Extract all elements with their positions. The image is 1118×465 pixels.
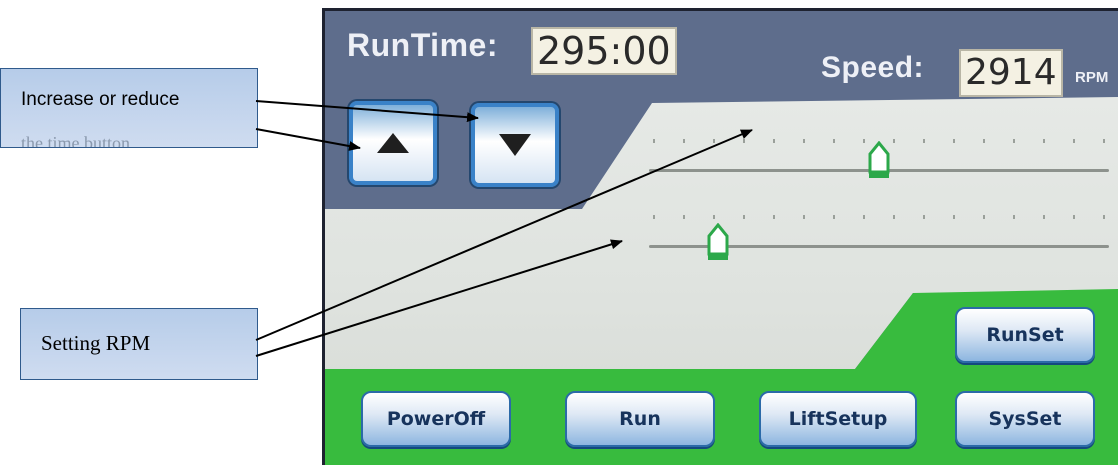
arrow-to-setting-slider	[255, 239, 623, 357]
arrow-to-speed-slider	[255, 129, 753, 341]
annotation-arrows	[255, 100, 753, 357]
arrow-to-increase-button	[255, 128, 361, 151]
arrow-to-decrease-button	[255, 100, 479, 123]
